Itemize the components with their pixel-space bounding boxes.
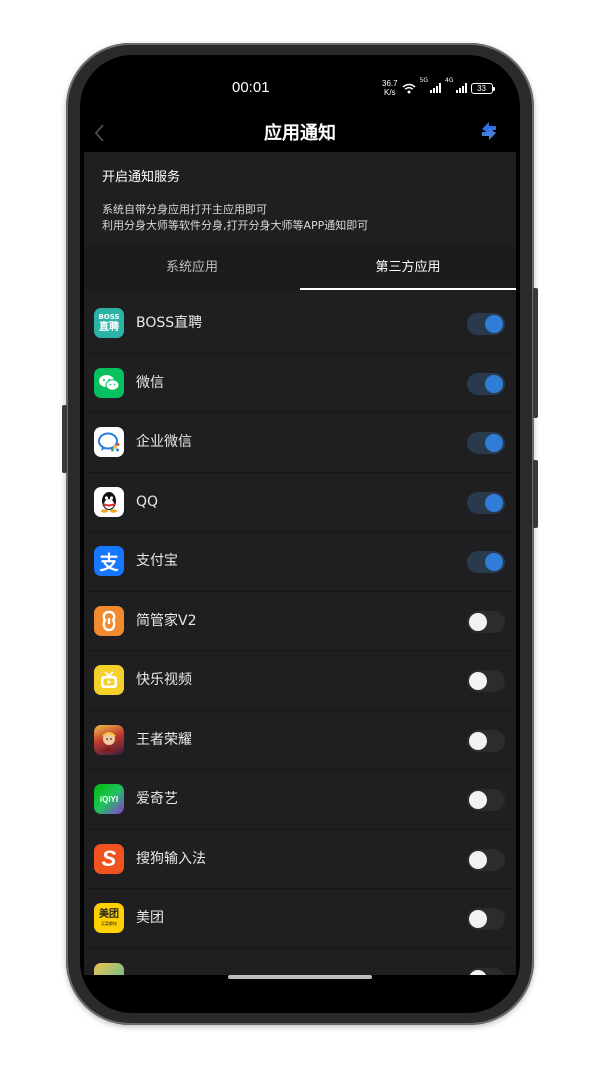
list-item: 美团 买菜都快 美团 — [84, 889, 516, 949]
signal-1-icon — [430, 83, 442, 93]
network-speed: 36.7 K/s — [382, 79, 398, 97]
notification-service-card[interactable]: 开启通知服务 系统自带分身应用打开主应用即可 利用分身大师等软件分身,打开分身大… — [84, 152, 516, 242]
jianguanjia-icon — [94, 605, 124, 636]
notification-toggle[interactable] — [467, 967, 505, 975]
list-item: S 搜狗输入法 — [84, 830, 516, 889]
network-speed-value: 36.7 — [382, 79, 398, 88]
notification-toggle[interactable] — [467, 313, 505, 335]
app-name: 爱奇艺 — [136, 791, 178, 807]
notification-toggle[interactable] — [467, 848, 505, 871]
app-name: 微信 — [136, 374, 164, 391]
wifi-icon — [402, 83, 416, 93]
app-name: 简管家V2 — [136, 612, 197, 629]
list-item — [84, 949, 516, 975]
list-item: 王者荣耀 — [84, 711, 516, 770]
nav-bar: 应用通知 — [80, 113, 520, 153]
list-item: 企业微信 — [84, 413, 516, 473]
app-list: BOSS 直聘 BOSS直聘 微信 企业微信 QQ 支 支付宝 简管家V2 快乐… — [84, 294, 516, 975]
list-item: 快乐视频 — [84, 651, 516, 711]
meituan-icon-subtext: 买菜都快 — [101, 921, 117, 926]
signal-2-icon — [455, 83, 467, 93]
service-desc-line1: 系统自带分身应用打开主应用即可 — [102, 203, 267, 216]
power-button — [533, 460, 538, 528]
app-name: QQ — [136, 493, 159, 510]
notification-toggle[interactable] — [467, 789, 505, 811]
boss-icon-text-top: BOSS — [98, 312, 120, 321]
sogou-icon-glyph: S — [101, 845, 117, 871]
notification-toggle[interactable] — [467, 670, 505, 692]
boss-icon-text-bottom: 直聘 — [99, 321, 119, 333]
signal-2-tag: 4G — [445, 77, 454, 84]
notification-toggle[interactable] — [467, 729, 505, 752]
service-description: 系统自带分身应用打开主应用即可 利用分身大师等软件分身,打开分身大师等APP通知… — [102, 202, 368, 234]
meituan-icon: 美团 买菜都快 — [94, 903, 124, 933]
refresh-button[interactable] — [478, 119, 502, 145]
boss-zhipin-icon: BOSS 直聘 — [94, 308, 124, 338]
notification-toggle[interactable] — [467, 551, 505, 573]
notification-toggle[interactable] — [467, 610, 505, 633]
list-item: 支 支付宝 — [84, 532, 516, 592]
app-name: 搜狗输入法 — [136, 850, 206, 867]
app-name: 支付宝 — [136, 553, 178, 569]
status-time: 00:01 — [232, 79, 270, 96]
content-area: 开启通知服务 系统自带分身应用打开主应用即可 利用分身大师等软件分身,打开分身大… — [84, 152, 516, 975]
notification-toggle[interactable] — [467, 432, 505, 454]
list-item: 微信 — [84, 354, 516, 413]
tab-active-indicator — [300, 288, 516, 290]
honor-of-kings-icon — [94, 724, 124, 755]
phone-screen: 00:01 36.7 K/s 5G 4G 33 应用通知 开启通知服务 系统自带… — [80, 55, 520, 1013]
iqiyi-icon-text: iQIYI — [99, 794, 119, 804]
app-type-tabs: 系统应用 第三方应用 — [84, 246, 516, 290]
tab-third-party-apps[interactable]: 第三方应用 — [300, 246, 516, 290]
notification-toggle[interactable] — [467, 372, 505, 395]
app-name: 企业微信 — [136, 434, 192, 450]
list-item: QQ — [84, 473, 516, 532]
service-title: 开启通知服务 — [102, 170, 181, 185]
app-name: 快乐视频 — [136, 672, 192, 688]
app-name: BOSS直聘 — [136, 315, 203, 331]
volume-rocker — [533, 288, 538, 418]
tab-system-apps[interactable]: 系统应用 — [84, 246, 300, 290]
home-bar-area — [80, 975, 520, 1013]
notification-toggle[interactable] — [467, 491, 505, 514]
list-item: 简管家V2 — [84, 592, 516, 651]
status-indicators: 36.7 K/s 5G 4G 33 — [382, 77, 495, 99]
qq-icon — [94, 486, 124, 517]
service-desc-line2: 利用分身大师等软件分身,打开分身大师等APP通知即可 — [102, 219, 369, 232]
sogou-input-icon: S — [94, 843, 124, 874]
alipay-icon-glyph: 支 — [99, 551, 119, 574]
page-title: 应用通知 — [264, 123, 336, 144]
list-item: iQIYI 爱奇艺 — [84, 770, 516, 830]
alipay-icon: 支 — [94, 546, 124, 576]
iqiyi-icon: iQIYI — [94, 784, 124, 814]
battery-icon: 33 — [470, 82, 495, 94]
sync-icon — [482, 122, 496, 140]
meituan-icon-text: 美团 — [99, 909, 119, 920]
wechat-icon — [94, 367, 124, 398]
status-bar: 00:01 36.7 K/s 5G 4G 33 — [80, 55, 520, 117]
network-speed-unit: K/s — [384, 88, 396, 97]
happy-video-icon — [94, 665, 124, 695]
partial-app-icon — [94, 962, 124, 975]
app-name: 王者荣耀 — [136, 731, 192, 748]
home-indicator[interactable] — [228, 975, 372, 979]
volume-button — [62, 405, 67, 473]
app-name: 美团 — [136, 910, 164, 926]
list-item: BOSS 直聘 BOSS直聘 — [84, 294, 516, 354]
notification-toggle[interactable] — [467, 908, 505, 930]
signal-1-tag: 5G — [419, 77, 429, 84]
battery-level: 33 — [477, 83, 486, 93]
wecom-icon — [94, 427, 124, 457]
